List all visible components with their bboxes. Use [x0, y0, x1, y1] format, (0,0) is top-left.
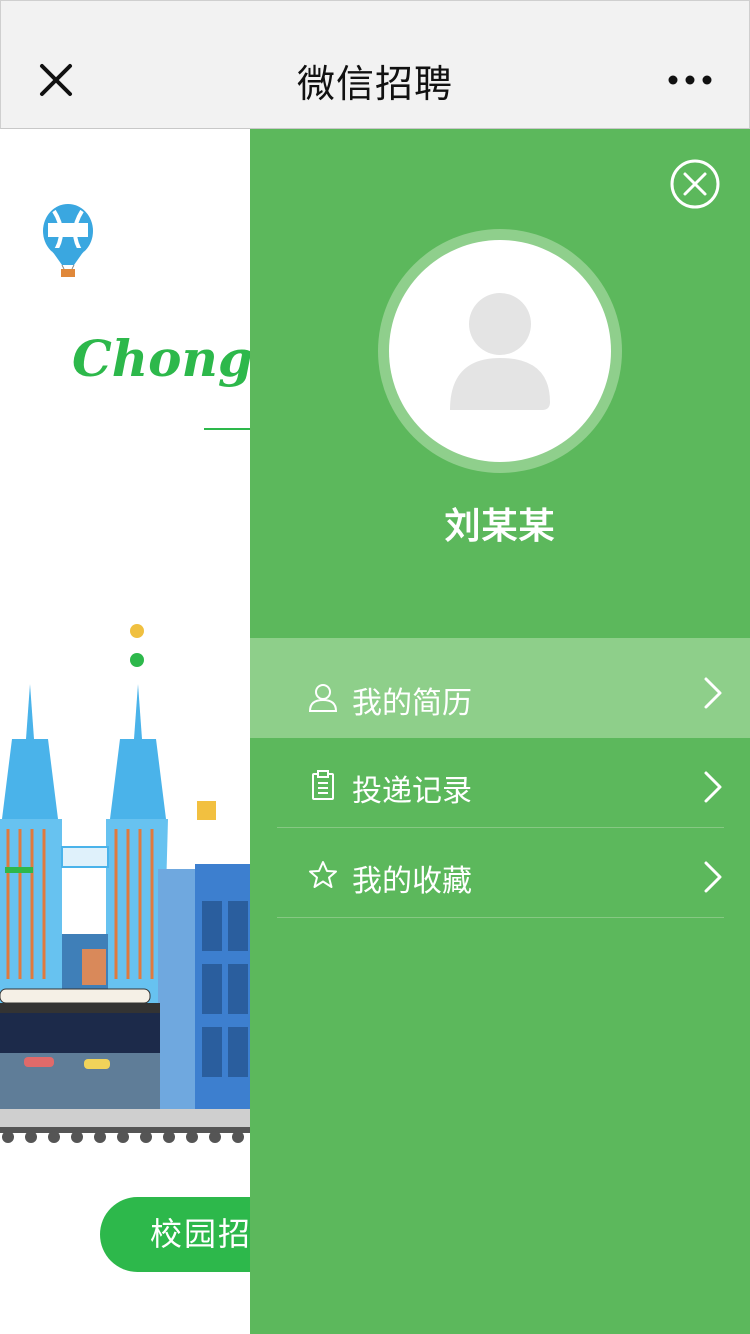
default-avatar-icon: [450, 293, 550, 410]
green-dot: [130, 653, 144, 667]
avatar[interactable]: [389, 240, 611, 462]
circle-close-icon[interactable]: [670, 159, 720, 209]
chevron-right-icon: [704, 677, 722, 709]
menu-item-label: 我的收藏: [352, 864, 472, 899]
menu-item-my-favorites[interactable]: 我的收藏: [250, 828, 750, 918]
menu-item-label: 我的简历: [352, 686, 472, 721]
page-title: 微信招聘: [296, 62, 453, 106]
menu-item-delivery-records[interactable]: 投递记录: [250, 738, 750, 828]
side-drawer: 刘某某 我的简历 投递记录 我的收藏: [250, 129, 750, 1334]
drawer-menu: 我的简历 投递记录 我的收藏: [250, 638, 750, 918]
top-navigation-bar: 微信招聘: [0, 0, 750, 129]
user-name: 刘某某: [444, 506, 556, 547]
chevron-right-icon: [704, 771, 722, 803]
more-icon[interactable]: [665, 73, 715, 87]
yellow-dot: [130, 624, 144, 638]
hot-air-balloon-icon: [43, 204, 93, 277]
brand-divider: [204, 428, 254, 430]
city-skyline-illustration: [0, 684, 250, 1143]
menu-item-label: 投递记录: [352, 774, 472, 809]
clipboard-icon: [312, 770, 334, 800]
user-icon: [308, 684, 338, 712]
star-icon: [309, 861, 337, 888]
chevron-right-icon: [704, 861, 722, 893]
menu-divider: [277, 917, 724, 918]
menu-item-my-resume[interactable]: 我的简历: [250, 638, 750, 738]
